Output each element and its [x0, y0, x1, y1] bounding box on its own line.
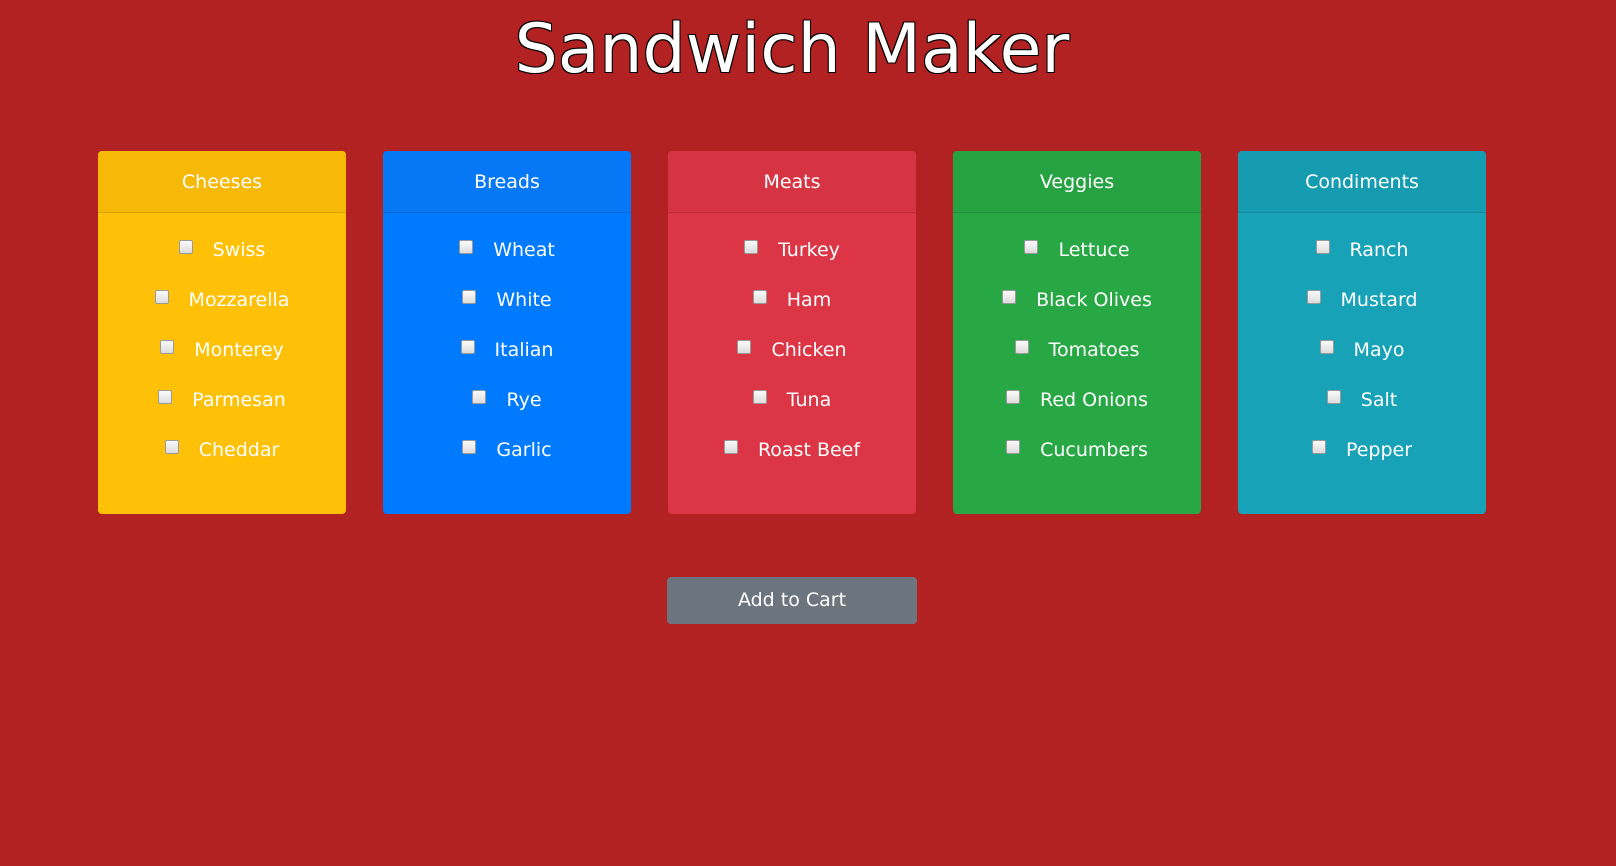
option-label: Salt [1360, 389, 1398, 411]
checkbox-parmesan[interactable] [158, 390, 173, 404]
checkbox-pepper[interactable] [1311, 440, 1326, 454]
option-label: Turkey [778, 239, 840, 261]
option-label: Italian [494, 339, 554, 361]
option-red-onions[interactable]: Red Onions [953, 378, 1201, 428]
option-lettuce[interactable]: Lettuce [953, 228, 1201, 278]
checkbox-ranch[interactable] [1315, 240, 1330, 254]
card-body-veggies: Lettuce Black Olives Tomatoes Red Onions… [953, 213, 1201, 478]
option-tomatoes[interactable]: Tomatoes [953, 328, 1201, 378]
card-header-breads: Breads [383, 151, 631, 213]
checkbox-garlic[interactable] [462, 440, 477, 454]
option-label: Mustard [1340, 289, 1418, 311]
page-title: Sandwich Maker [514, 10, 1070, 89]
option-label: Garlic [496, 439, 552, 461]
checkbox-turkey[interactable] [744, 240, 759, 254]
card-condiments: Condiments Ranch Mustard Mayo Salt Peppe… [1238, 151, 1486, 514]
option-label: Swiss [212, 239, 266, 261]
option-label: Mayo [1353, 339, 1405, 361]
option-italian[interactable]: Italian [383, 328, 631, 378]
option-swiss[interactable]: Swiss [98, 228, 346, 278]
option-label: Tomatoes [1048, 339, 1140, 361]
card-body-condiments: Ranch Mustard Mayo Salt Pepper [1238, 213, 1486, 478]
checkbox-lettuce[interactable] [1024, 240, 1039, 254]
option-black-olives[interactable]: Black Olives [953, 278, 1201, 328]
checkbox-mozzarella[interactable] [154, 290, 169, 304]
option-garlic[interactable]: Garlic [383, 428, 631, 478]
option-label: Wheat [493, 239, 555, 261]
checkbox-chicken[interactable] [737, 340, 752, 354]
checkbox-tuna[interactable] [752, 390, 767, 404]
ingredient-cards: Cheeses Swiss Mozzarella Monterey Parmes… [98, 151, 1486, 514]
option-white[interactable]: White [383, 278, 631, 328]
checkbox-salt[interactable] [1326, 390, 1341, 404]
option-turkey[interactable]: Turkey [668, 228, 916, 278]
option-cucumbers[interactable]: Cucumbers [953, 428, 1201, 478]
option-label: Rye [506, 389, 542, 411]
option-ham[interactable]: Ham [668, 278, 916, 328]
option-tuna[interactable]: Tuna [668, 378, 916, 428]
option-ranch[interactable]: Ranch [1238, 228, 1486, 278]
option-rye[interactable]: Rye [383, 378, 631, 428]
option-label: Pepper [1345, 439, 1413, 461]
checkbox-mustard[interactable] [1306, 290, 1321, 304]
checkbox-italian[interactable] [460, 340, 475, 354]
checkbox-white[interactable] [462, 290, 477, 304]
checkbox-tomatoes[interactable] [1014, 340, 1029, 354]
option-label: Ham [786, 289, 832, 311]
option-label: Chicken [771, 339, 847, 361]
card-header-veggies: Veggies [953, 151, 1201, 213]
option-label: White [496, 289, 552, 311]
checkbox-mayo[interactable] [1319, 340, 1334, 354]
option-label: Parmesan [192, 389, 286, 411]
card-meats: Meats Turkey Ham Chicken Tuna Roast Beef [668, 151, 916, 514]
option-chicken[interactable]: Chicken [668, 328, 916, 378]
card-veggies: Veggies Lettuce Black Olives Tomatoes Re… [953, 151, 1201, 514]
option-label: Red Onions [1040, 389, 1148, 411]
checkbox-ham[interactable] [752, 290, 767, 304]
option-mozzarella[interactable]: Mozzarella [98, 278, 346, 328]
add-to-cart-button[interactable]: Add to Cart [667, 577, 917, 624]
option-wheat[interactable]: Wheat [383, 228, 631, 278]
card-header-meats: Meats [668, 151, 916, 213]
checkbox-cheddar[interactable] [164, 440, 179, 454]
option-salt[interactable]: Salt [1238, 378, 1486, 428]
checkbox-cucumbers[interactable] [1006, 440, 1021, 454]
option-label: Black Olives [1036, 289, 1152, 311]
option-label: Tuna [786, 389, 832, 411]
checkbox-black-olives[interactable] [1002, 290, 1017, 304]
card-breads: Breads Wheat White Italian Rye Garlic [383, 151, 631, 514]
checkbox-roast-beef[interactable] [723, 440, 738, 454]
checkbox-monterey[interactable] [160, 340, 175, 354]
option-mustard[interactable]: Mustard [1238, 278, 1486, 328]
option-label: Monterey [194, 339, 284, 361]
option-pepper[interactable]: Pepper [1238, 428, 1486, 478]
option-label: Cheddar [198, 439, 280, 461]
option-parmesan[interactable]: Parmesan [98, 378, 346, 428]
card-header-cheeses: Cheeses [98, 151, 346, 213]
card-body-meats: Turkey Ham Chicken Tuna Roast Beef [668, 213, 916, 478]
checkbox-swiss[interactable] [178, 240, 193, 254]
option-roast-beef[interactable]: Roast Beef [668, 428, 916, 478]
card-body-cheeses: Swiss Mozzarella Monterey Parmesan Chedd… [98, 213, 346, 478]
checkbox-red-onions[interactable] [1006, 390, 1020, 404]
option-label: Ranch [1349, 239, 1409, 261]
card-cheeses: Cheeses Swiss Mozzarella Monterey Parmes… [98, 151, 346, 514]
option-cheddar[interactable]: Cheddar [98, 428, 346, 478]
option-label: Lettuce [1058, 239, 1130, 261]
option-monterey[interactable]: Monterey [98, 328, 346, 378]
option-label: Roast Beef [757, 439, 861, 461]
option-mayo[interactable]: Mayo [1238, 328, 1486, 378]
option-label: Cucumbers [1040, 439, 1148, 461]
card-header-condiments: Condiments [1238, 151, 1486, 213]
checkbox-wheat[interactable] [459, 240, 474, 254]
card-body-breads: Wheat White Italian Rye Garlic [383, 213, 631, 478]
option-label: Mozzarella [188, 289, 290, 311]
checkbox-rye[interactable] [472, 390, 487, 404]
